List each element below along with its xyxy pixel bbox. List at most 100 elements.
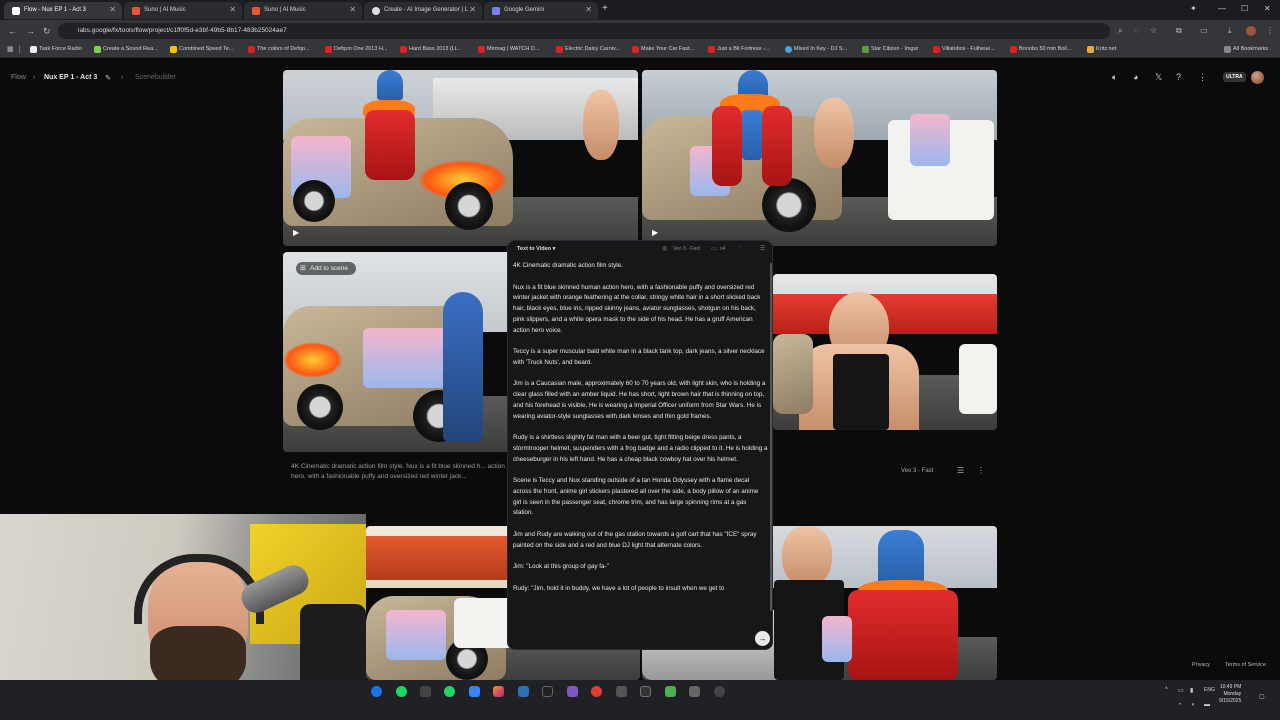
forward-icon[interactable]: → — [26, 26, 35, 36]
zoom-icon[interactable]: ⌕ — [1118, 26, 1122, 36]
bookmark-item[interactable]: Mirmag | WATCH D... — [478, 46, 539, 53]
new-tab-icon[interactable]: + — [602, 3, 608, 14]
close-icon[interactable]: ✕ — [349, 5, 356, 14]
prompt-textarea[interactable]: 4K Cinematic dramatic action film style.… — [513, 261, 768, 631]
language-indicator[interactable]: ENG — [1204, 687, 1215, 693]
bookmark-item[interactable]: Task Force Radio — [30, 46, 82, 53]
tab-image-generator[interactable]: Create - AI Image Generator | L ✕ — [364, 2, 482, 19]
avatar[interactable] — [1251, 71, 1264, 84]
chrome-icon[interactable] — [591, 686, 602, 697]
bookmark-item[interactable]: Bonobo 50 min Boil... — [1010, 46, 1071, 53]
row-more-icon[interactable]: ⋮ — [977, 466, 985, 475]
more-menu-icon[interactable]: ⋮ — [1198, 72, 1207, 83]
play-icon[interactable]: ▶ — [652, 228, 658, 237]
help-icon[interactable]: ? — [1176, 72, 1181, 82]
bookmark-item[interactable]: Make Your Car Fast... — [632, 46, 694, 53]
reload-icon[interactable]: ↻ — [43, 26, 51, 37]
maximize-icon[interactable]: ☐ — [1241, 4, 1248, 13]
breadcrumb-root[interactable]: Flow — [11, 74, 26, 81]
steam-icon[interactable] — [371, 686, 382, 697]
app-icon[interactable] — [616, 686, 627, 697]
bookmark-item[interactable]: Star Citizen - Imgur — [862, 46, 918, 53]
profile-avatar[interactable] — [1246, 26, 1256, 36]
terms-link[interactable]: Terms of Service — [1225, 662, 1266, 668]
app-icon[interactable] — [665, 686, 676, 697]
video-tile[interactable] — [283, 252, 513, 452]
all-bookmarks[interactable]: All Bookmarks — [1224, 46, 1268, 53]
download-icon[interactable]: ⤓ — [1228, 26, 1232, 36]
photos-icon[interactable] — [493, 686, 504, 697]
app-icon[interactable] — [640, 686, 651, 697]
app-icon[interactable] — [469, 686, 480, 697]
model-selector[interactable]: Veo 3 - Fast — [673, 246, 700, 252]
tab-suno-1[interactable]: Suno | AI Music ✕ — [124, 2, 242, 19]
tab-search-icon[interactable]: ▭ — [1200, 26, 1208, 35]
bookmark-item[interactable]: Create a Sound Rea... — [94, 46, 158, 53]
taskbar-clock[interactable]: 10:49 PM Monday 9/15/2025 — [1219, 684, 1241, 705]
extensions-icon[interactable]: ⧉ — [1176, 26, 1182, 36]
bookmark-item[interactable]: Electric Daisy Carniv... — [556, 46, 620, 53]
gemini-sparkle-icon[interactable]: ✦ — [1190, 4, 1197, 13]
window-close-icon[interactable]: ✕ — [1264, 4, 1271, 13]
prompt-scrollbar[interactable] — [770, 263, 772, 611]
bookmark-star-icon[interactable]: ☆ — [1150, 26, 1157, 35]
bookmark-item[interactable]: Hard Bass 2013 (Li... — [400, 46, 461, 53]
terminal-icon[interactable] — [542, 686, 553, 697]
tab-gemini[interactable]: Google Gemini ✕ — [484, 2, 598, 19]
bookmark-item[interactable]: Villalobos - Fulheue... — [933, 46, 995, 53]
video-tile[interactable]: ▶ — [642, 70, 997, 246]
wifi-icon[interactable]: ◔ — [1178, 702, 1182, 708]
close-icon[interactable]: ✕ — [229, 5, 236, 14]
discord-icon[interactable]: ◕ — [1133, 72, 1138, 82]
address-bar[interactable]: labs.google/fx/tools/flow/project/c1ff0f… — [58, 23, 1110, 39]
video-tile[interactable] — [773, 274, 997, 430]
settings-icon[interactable] — [714, 686, 725, 697]
network-icon[interactable]: ▭ — [1178, 687, 1184, 694]
tab-suno-2[interactable]: Suno | AI Music ✕ — [244, 2, 362, 19]
app-icon[interactable] — [420, 686, 431, 697]
add-to-scene-button[interactable]: Add to scene — [296, 262, 356, 275]
chat-icon[interactable] — [444, 686, 455, 697]
bookmark-item[interactable]: Kritz.net — [1087, 46, 1116, 53]
app-icon[interactable] — [518, 686, 529, 697]
bookmark-item[interactable]: Mixed In Key - DJ S... — [785, 46, 847, 53]
output-count-icon: ▭ — [711, 246, 717, 252]
spotify-icon[interactable] — [396, 686, 407, 697]
tile-prompt-caption[interactable]: 4K Cinematic dramatic action film style.… — [291, 462, 506, 482]
list-view-icon[interactable]: ☰ — [957, 466, 964, 475]
os-taskbar: ^ ▭ ▮ ENG ◔ ◖ ▬ 10:49 PM Monday 9/15/202… — [0, 680, 1280, 720]
close-icon[interactable]: ✕ — [109, 5, 116, 14]
bookmark-item[interactable]: The colors of Defqo... — [248, 46, 310, 53]
breadcrumb-section[interactable]: Scenebuilder — [135, 74, 176, 81]
browser-menu-icon[interactable]: ⋮ — [1266, 26, 1274, 35]
project-title[interactable]: Nux EP 1 - Act 3 — [44, 74, 97, 81]
app-icon[interactable] — [689, 686, 700, 697]
video-tile[interactable]: ▶ — [283, 70, 638, 246]
speaker-icon[interactable]: ◖ — [1191, 702, 1195, 708]
notification-icon[interactable]: ▢ — [1259, 693, 1265, 700]
bookmark-item[interactable]: Just a Bit Fortress -... — [708, 46, 769, 53]
tray-chevron-icon[interactable]: ^ — [1165, 687, 1168, 693]
x-logo-icon[interactable]: 𝕏 — [1155, 72, 1162, 83]
generate-button[interactable]: → — [755, 631, 770, 646]
edit-pencil-icon[interactable]: ✎ — [105, 74, 111, 82]
play-icon[interactable]: ▶ — [293, 228, 299, 237]
minimize-icon[interactable]: — — [1218, 4, 1226, 13]
output-count[interactable]: x4 — [720, 246, 725, 252]
bookmark-item[interactable]: Combined Speed Te... — [170, 46, 233, 53]
battery-icon[interactable]: ▬ — [1204, 702, 1210, 708]
bookmark-item[interactable]: Defqon One 2013 H... — [325, 46, 388, 53]
close-icon[interactable]: ✕ — [585, 5, 592, 14]
close-icon[interactable]: ✕ — [469, 5, 476, 14]
bookmark-favicon-icon — [30, 46, 37, 53]
eye-off-icon[interactable]: ◌ — [1134, 26, 1139, 35]
tab-flow[interactable]: Flow - Nux EP 1 - Act 3 ✕ — [4, 2, 122, 19]
back-icon[interactable]: ← — [8, 26, 17, 36]
volume-icon[interactable]: 🔈︎ — [1112, 72, 1117, 83]
apps-grid-icon[interactable]: ▦ — [7, 45, 14, 53]
privacy-link[interactable]: Privacy — [1192, 662, 1210, 668]
app-icon[interactable] — [567, 686, 578, 697]
mode-dropdown[interactable]: Text to Video ▾ — [517, 246, 555, 252]
settings-icon[interactable]: ☰ — [760, 245, 765, 252]
mic-icon[interactable]: ▮ — [1190, 687, 1193, 694]
